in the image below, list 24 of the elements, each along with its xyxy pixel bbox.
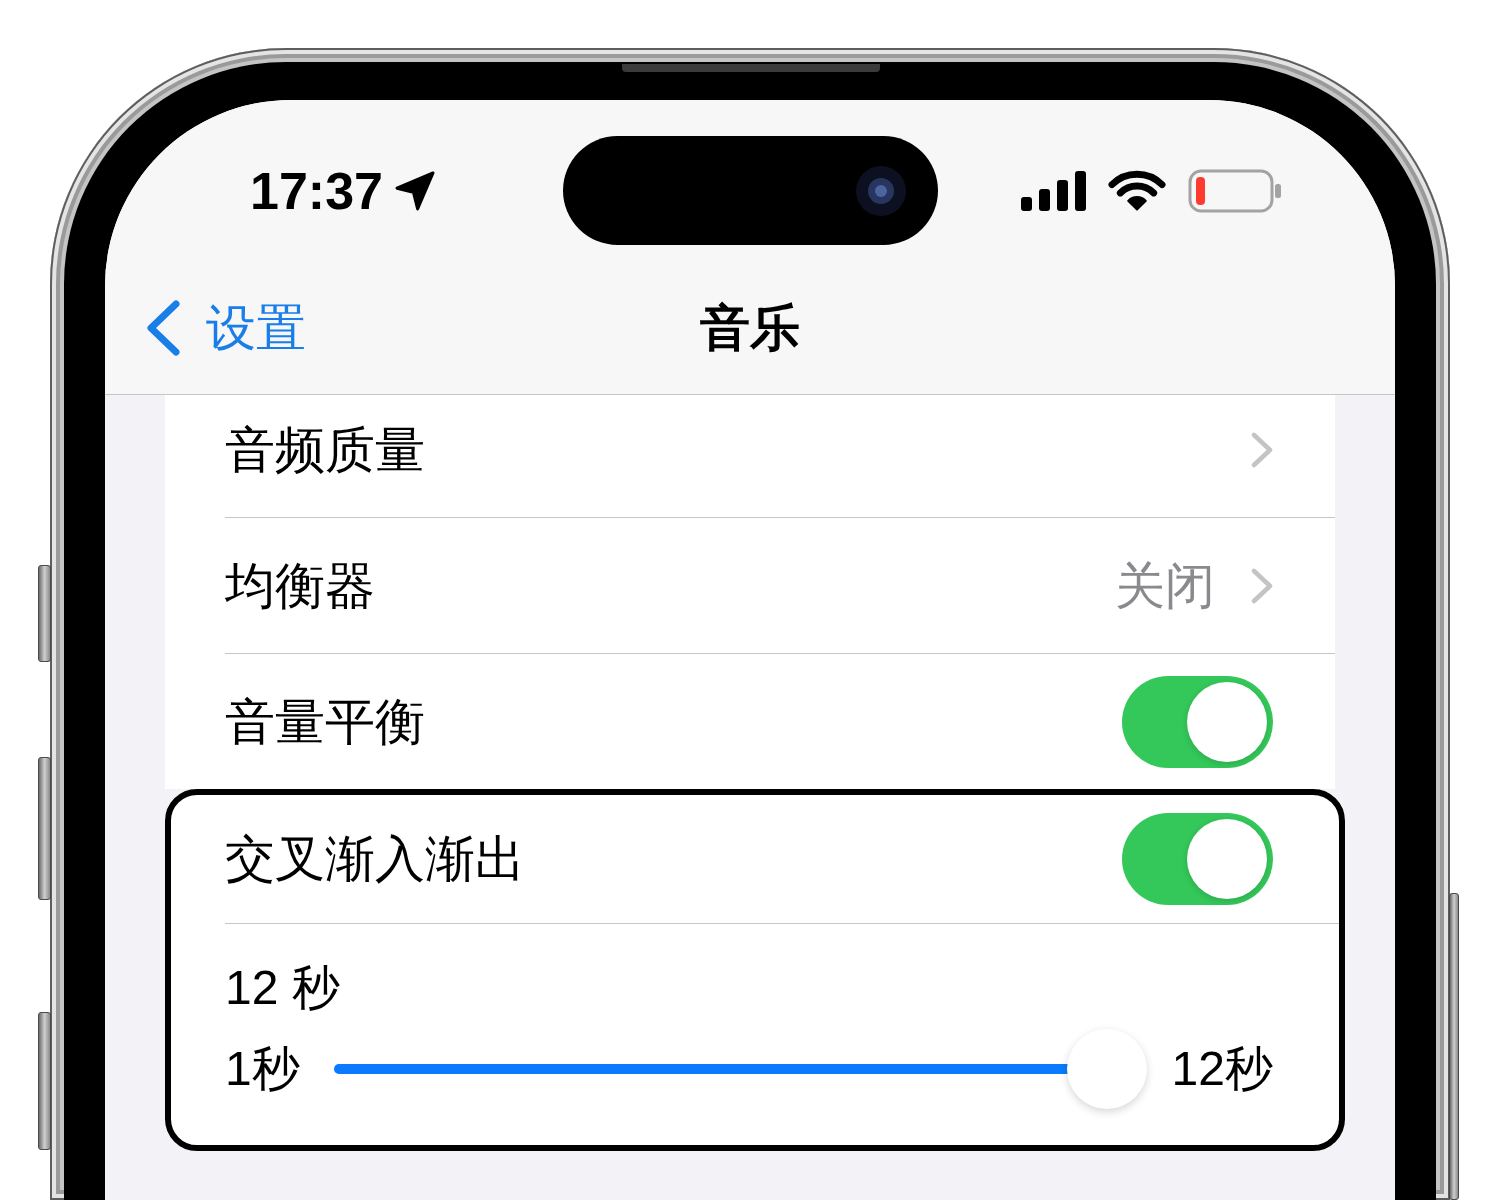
chevron-right-icon xyxy=(1251,431,1273,468)
location-arrow-icon xyxy=(395,170,435,211)
side-button[interactable] xyxy=(1449,893,1459,1200)
back-button[interactable]: 设置 xyxy=(145,297,306,358)
chevron-left-icon xyxy=(145,299,181,356)
slider-min-label: 1秒 xyxy=(225,1041,300,1097)
status-time: 17:37 xyxy=(250,160,383,221)
row-value: 关闭 xyxy=(1115,556,1215,616)
wifi-icon xyxy=(1108,169,1166,212)
side-button[interactable] xyxy=(38,757,51,900)
slider-max-label: 12秒 xyxy=(1171,1041,1273,1097)
chevron-right-icon xyxy=(1251,567,1273,604)
side-button[interactable] xyxy=(38,565,51,662)
row-label: 交叉渐入渐出 xyxy=(225,830,526,889)
row-label: 音频质量 xyxy=(225,420,426,480)
row-label: 均衡器 xyxy=(225,556,376,616)
camera-lens-icon xyxy=(855,165,906,216)
slider-value-label: 12 秒 xyxy=(225,963,341,1013)
signal-icon xyxy=(1021,170,1086,211)
nav-title: 音乐 xyxy=(700,298,800,358)
side-button[interactable] xyxy=(38,1012,51,1150)
slider-thumb[interactable] xyxy=(1066,1029,1147,1109)
battery-icon xyxy=(1188,168,1282,213)
row-label: 音量平衡 xyxy=(225,692,426,752)
